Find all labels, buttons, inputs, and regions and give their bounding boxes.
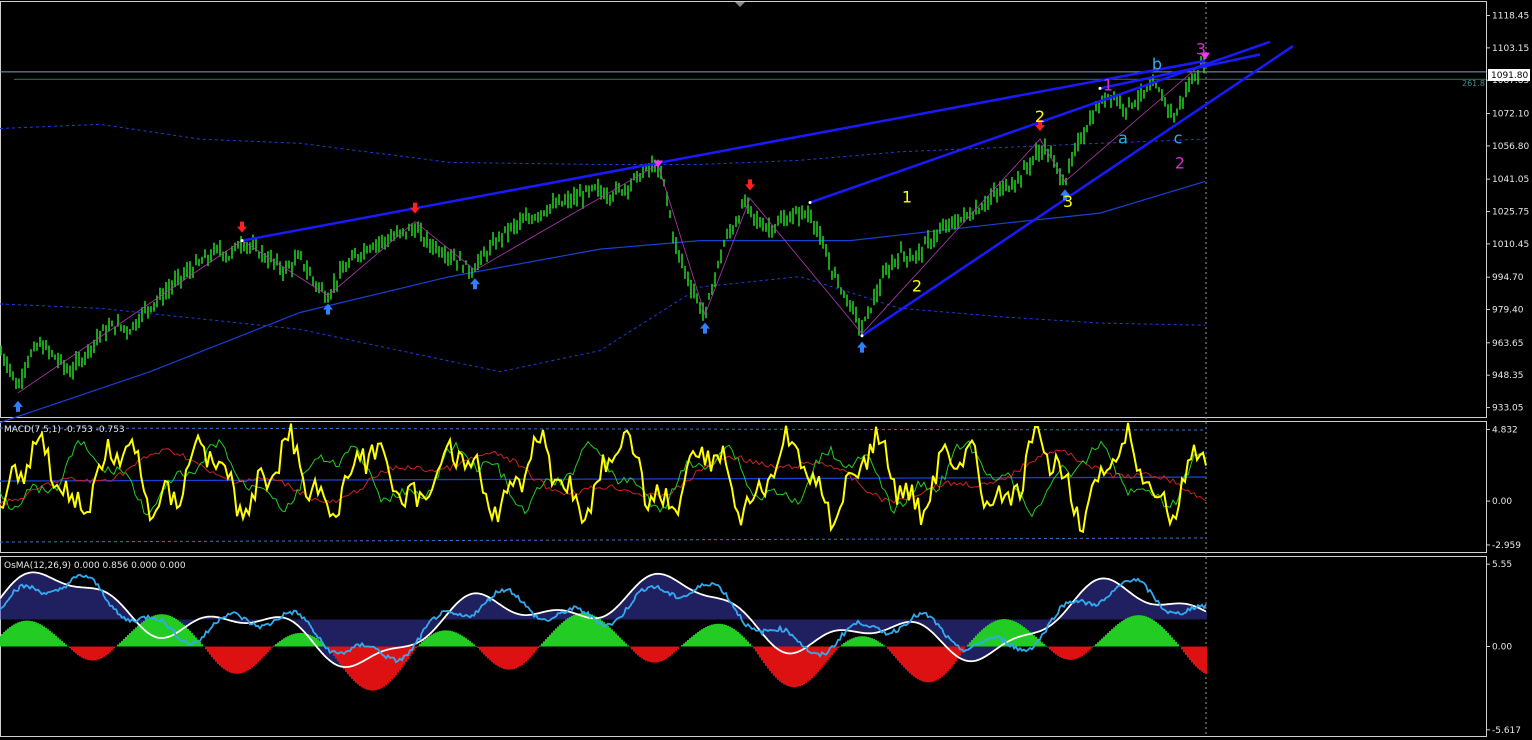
price-tick-label: 979.40 <box>1492 306 1524 316</box>
current-price-label: 1091.80 <box>1491 71 1528 81</box>
trading-chart[interactable]: 12231abc23 1118.451103.151087.851072.101… <box>0 0 1532 740</box>
wave-label: 2 <box>912 276 922 295</box>
osma-tick-label: -5.617 <box>1492 726 1521 736</box>
wave-label: b <box>1152 54 1162 73</box>
wave-label: a <box>1118 128 1128 147</box>
price-tick-label: 1010.45 <box>1492 240 1529 250</box>
price-tick-label: 1072.10 <box>1492 110 1529 120</box>
osma-title: OsMA(12,26,9) 0.000 0.856 0.000 0.000 <box>4 561 186 571</box>
wave-label: 2 <box>1175 154 1185 173</box>
price-tick-label: 963.65 <box>1492 339 1524 349</box>
wave-label: 1 <box>902 188 912 207</box>
macd-tick-label: 0.00 <box>1492 497 1512 507</box>
fib-level-label: 261.8 <box>1462 79 1485 88</box>
macd-tick-label: -2.959 <box>1492 541 1521 551</box>
price-tick-label: 994.70 <box>1492 273 1524 283</box>
price-tick-label: 1041.05 <box>1492 175 1529 185</box>
trendline-anchor[interactable] <box>808 201 812 205</box>
macd-tick-label: 4.832 <box>1492 425 1518 435</box>
osma-tick-label: 5.55 <box>1492 560 1512 570</box>
macd-title: MACD(7,5,1) -0.753 -0.753 <box>4 425 125 435</box>
wave-label: 3 <box>1196 40 1206 59</box>
trendline-anchor[interactable] <box>860 334 864 338</box>
wave-label: c <box>1174 128 1183 147</box>
price-tick-label: 1056.80 <box>1492 142 1529 152</box>
wave-label: 2 <box>1035 107 1045 126</box>
price-tick-label: 948.35 <box>1492 371 1524 381</box>
trendline-anchor[interactable] <box>1098 86 1102 90</box>
price-tick-label: 1103.15 <box>1492 44 1529 54</box>
wave-label: 3 <box>1063 192 1073 211</box>
osma-tick-label: 0.00 <box>1492 643 1512 653</box>
wave-label: 1 <box>1103 75 1113 94</box>
price-tick-label: 1025.75 <box>1492 208 1529 218</box>
trendline-anchor[interactable] <box>240 239 244 243</box>
price-tick-label: 933.05 <box>1492 404 1524 414</box>
price-tick-label: 1118.45 <box>1492 12 1529 22</box>
